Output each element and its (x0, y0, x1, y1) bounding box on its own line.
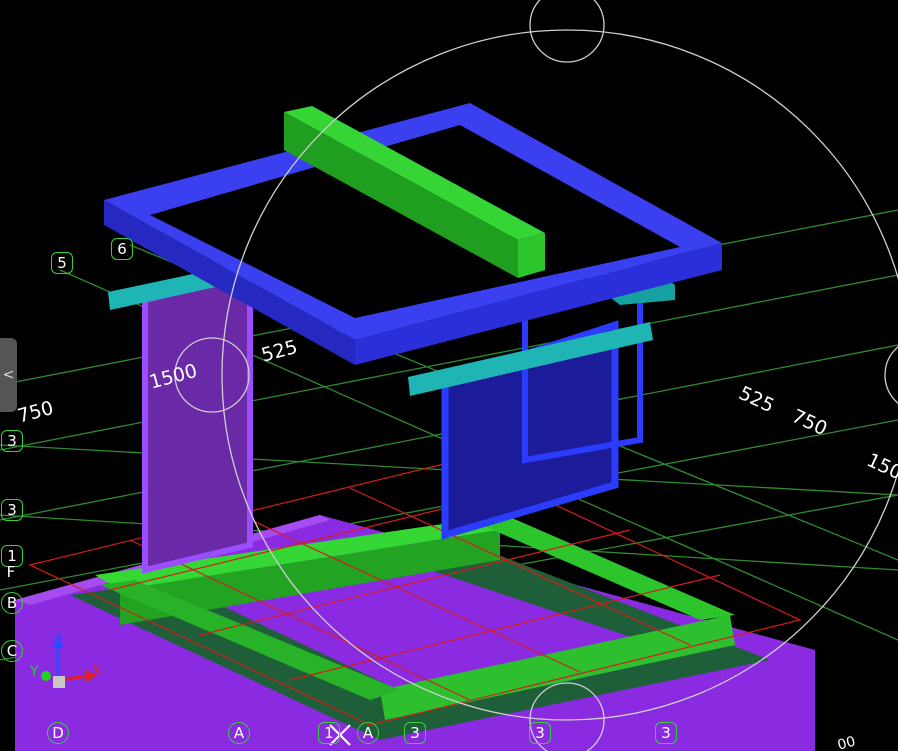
grid-bubble[interactable]: D (47, 722, 69, 744)
grid-bubble[interactable]: C (1, 640, 23, 662)
grid-bubble[interactable]: 5 (51, 252, 73, 274)
panel-collapse-tab[interactable]: < (0, 338, 17, 412)
axis-x-label: X (92, 664, 102, 680)
grid-bubble[interactable]: 3 (404, 722, 426, 744)
chevron-left-icon: < (2, 367, 15, 383)
grid-bubble[interactable]: 3 (655, 722, 677, 744)
axis-z-label: Z (53, 634, 63, 650)
grid-bubble[interactable]: 3 (1, 430, 23, 452)
grid-bubble[interactable]: A (357, 722, 379, 744)
dimension-label: 00 (835, 733, 858, 751)
grid-bubble[interactable]: F (0, 561, 22, 583)
grid-bubble[interactable]: B (1, 592, 23, 614)
grid-bubble[interactable]: 3 (1, 499, 23, 521)
grid-bubble[interactable]: 3 (529, 722, 551, 744)
model-scene[interactable]: Z X Y (0, 0, 898, 751)
3d-viewport[interactable]: Z X Y 525 1500 750 525 750 150 00 5 6 3 … (0, 0, 898, 751)
axis-y-label: Y (29, 664, 39, 680)
grid-bubble[interactable]: 6 (111, 238, 133, 260)
grid-bubble[interactable]: 1 (318, 722, 340, 744)
purple-wall[interactable] (142, 271, 253, 574)
grid-bubble[interactable]: A (228, 722, 250, 744)
